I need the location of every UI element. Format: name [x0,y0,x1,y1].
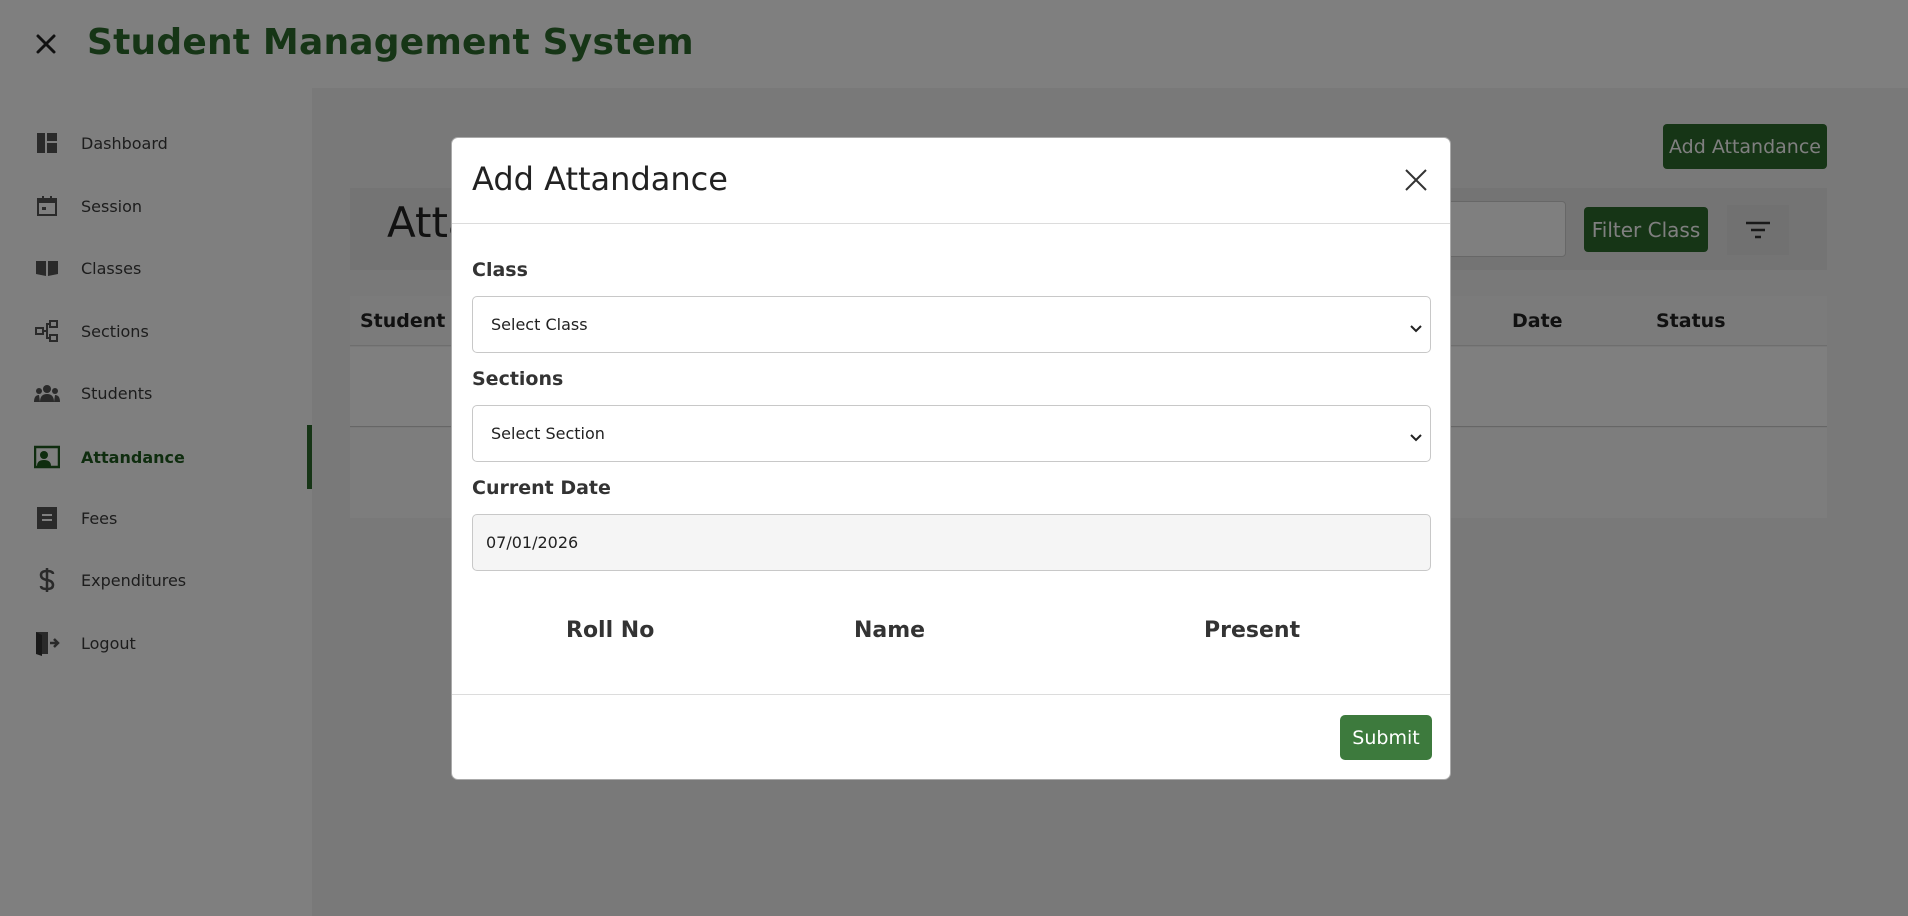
column-header-roll-no: Roll No [566,618,655,643]
class-select[interactable]: Select Class [472,296,1431,353]
close-icon[interactable] [1400,164,1432,196]
modal-header: Add Attandance [452,138,1450,224]
add-attandance-modal: Add Attandance Class Select Class Sectio… [451,137,1451,780]
section-select[interactable]: Select Section [472,405,1431,462]
class-select-value: Select Class [491,315,588,334]
current-date-field[interactable]: 07/01/2026 [472,514,1431,571]
modal-footer-divider [452,694,1450,695]
chevron-down-icon [1410,319,1422,338]
class-label: Class [472,259,528,281]
submit-button[interactable]: Submit [1340,715,1432,760]
column-header-present: Present [1204,618,1301,643]
column-header-name: Name [854,618,926,643]
section-select-value: Select Section [491,424,605,443]
sections-label: Sections [472,368,564,390]
chevron-down-icon [1410,428,1422,447]
current-date-value: 07/01/2026 [486,533,579,552]
current-date-label: Current Date [472,477,611,499]
modal-title: Add Attandance [472,160,728,198]
